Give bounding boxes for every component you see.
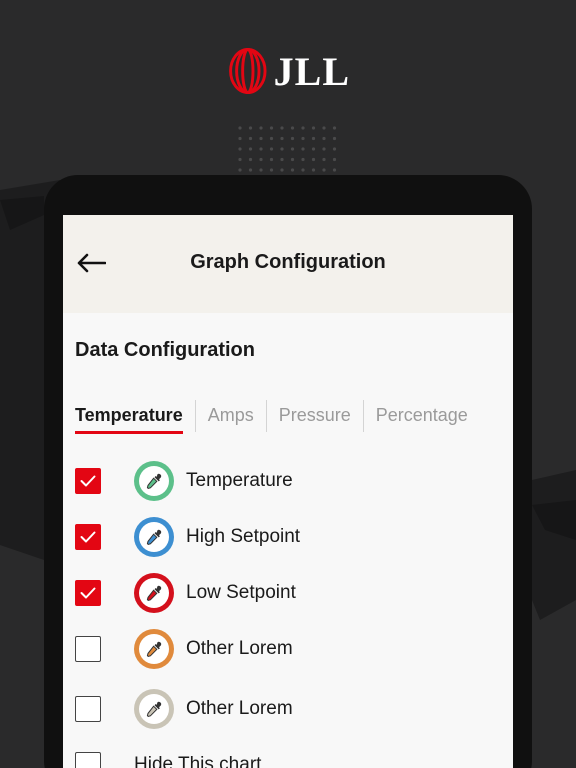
checkmark-icon [80, 587, 96, 599]
series-row-high-setpoint: High Setpoint [75, 515, 300, 559]
checkmark-icon [80, 531, 96, 543]
color-picker-button[interactable] [134, 517, 174, 557]
tab-percentage[interactable]: Percentage [362, 400, 480, 432]
tab-temperature[interactable]: Temperature [75, 400, 195, 434]
series-checkbox[interactable] [75, 524, 101, 550]
app-screen: Graph Configuration Data Configuration T… [63, 215, 513, 768]
series-checkbox[interactable] [75, 636, 101, 662]
series-checkbox[interactable] [75, 468, 101, 494]
tab-label: Percentage [375, 405, 468, 425]
eyedropper-icon [139, 634, 169, 664]
tab-bar: Temperature Amps Pressure Percentage [75, 400, 480, 436]
series-label: Low Setpoint [186, 582, 296, 603]
eyedropper-icon [139, 694, 169, 724]
checkmark-icon [80, 475, 96, 487]
tab-amps[interactable]: Amps [194, 400, 266, 432]
series-row-temperature: Temperature [75, 459, 293, 503]
logo-text: JLL [273, 48, 350, 94]
tab-label: Amps [207, 405, 254, 425]
active-tab-indicator [75, 431, 183, 434]
jll-logo: JLL [228, 42, 350, 100]
series-row-other-lorem-1: Other Lorem [75, 627, 293, 671]
hide-chart-row: Hide This chart [75, 743, 261, 768]
tab-label: Temperature [75, 405, 183, 425]
series-label: Other Lorem [186, 638, 293, 659]
section-title: Data Configuration [75, 339, 255, 361]
series-label: High Setpoint [186, 526, 301, 547]
series-checkbox[interactable] [75, 696, 101, 722]
series-row-low-setpoint: Low Setpoint [75, 571, 296, 615]
tab-pressure[interactable]: Pressure [265, 400, 363, 432]
eyedropper-icon [139, 578, 169, 608]
page-title: Graph Configuration [190, 251, 386, 273]
tab-label: Pressure [278, 405, 351, 425]
series-checkbox[interactable] [75, 580, 101, 606]
series-label: Other Lorem [186, 698, 293, 719]
color-picker-button[interactable] [134, 461, 174, 501]
hide-chart-checkbox[interactable] [75, 752, 101, 768]
jll-logo-mark [229, 47, 267, 95]
series-label: Temperature [186, 470, 293, 491]
series-row-other-lorem-2: Other Lorem [75, 687, 293, 731]
app-header: Graph Configuration [63, 215, 513, 313]
eyedropper-icon [139, 466, 169, 496]
color-picker-button[interactable] [134, 629, 174, 669]
hide-chart-label: Hide This chart [134, 754, 262, 768]
color-picker-button[interactable] [134, 573, 174, 613]
color-picker-button[interactable] [134, 689, 174, 729]
eyedropper-icon [139, 522, 169, 552]
dot-grid-decoration [238, 126, 337, 172]
